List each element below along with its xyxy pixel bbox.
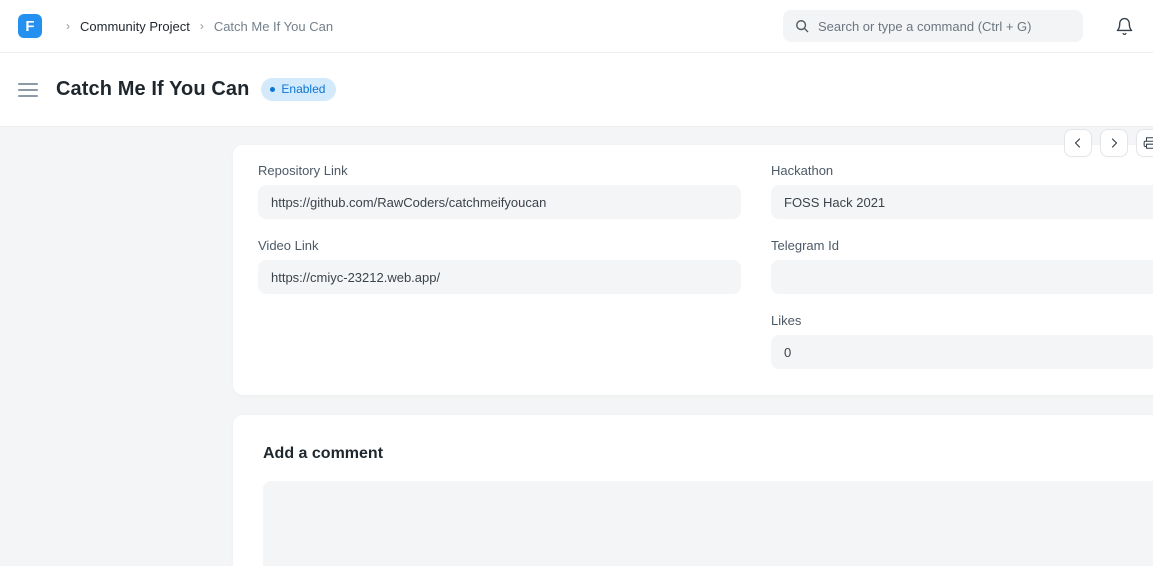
breadcrumb-item-community-project[interactable]: Community Project (80, 19, 190, 34)
field-hackathon: Hackathon (771, 163, 1153, 219)
search-input[interactable] (818, 19, 1071, 34)
field-label: Telegram Id (771, 238, 1153, 253)
previous-document-button[interactable] (1064, 129, 1092, 157)
page-title: Catch Me If You Can (56, 78, 249, 101)
chevron-left-icon (1072, 137, 1084, 149)
navbar-right (783, 10, 1135, 42)
field-repository-link: Repository Link (258, 163, 741, 219)
chevron-right-icon: › (200, 19, 204, 33)
field-label: Hackathon (771, 163, 1153, 178)
form-column-left: Repository Link Video Link (258, 163, 741, 369)
telegram-id-input[interactable] (771, 260, 1153, 294)
status-badge: Enabled (261, 78, 336, 101)
field-label: Repository Link (258, 163, 741, 178)
page-head: Catch Me If You Can Enabled (0, 53, 1153, 127)
repository-link-input[interactable] (258, 185, 741, 219)
breadcrumb-item-current: Catch Me If You Can (214, 19, 333, 34)
field-label: Likes (771, 313, 1153, 328)
chevron-right-icon: › (66, 19, 70, 33)
field-video-link: Video Link (258, 238, 741, 294)
page-head-actions (1056, 129, 1153, 157)
status-dot-icon (270, 87, 275, 92)
global-search[interactable] (783, 10, 1083, 42)
form-section-card: Repository Link Video Link Hackathon Tel… (233, 145, 1153, 395)
form-column-right: Hackathon Telegram Id Likes (771, 163, 1153, 369)
field-label: Video Link (258, 238, 741, 253)
next-document-button[interactable] (1100, 129, 1128, 157)
page-body: Repository Link Video Link Hackathon Tel… (0, 127, 1153, 566)
video-link-input[interactable] (258, 260, 741, 294)
frappe-logo-icon[interactable]: F (18, 14, 42, 38)
likes-input[interactable] (771, 335, 1153, 369)
field-likes: Likes (771, 313, 1153, 369)
search-icon (795, 19, 809, 33)
hackathon-input[interactable] (771, 185, 1153, 219)
print-button[interactable] (1136, 129, 1153, 157)
comment-section-card: Add a comment (233, 415, 1153, 566)
add-comment-heading: Add a comment (263, 445, 1153, 463)
navbar: F › Community Project › Catch Me If You … (0, 0, 1153, 53)
breadcrumb: › Community Project › Catch Me If You Ca… (56, 19, 333, 34)
field-telegram-id: Telegram Id (771, 238, 1153, 294)
chevron-right-icon (1108, 137, 1120, 149)
printer-icon (1143, 136, 1153, 150)
notifications-bell-icon[interactable] (1113, 15, 1135, 37)
comment-input[interactable] (263, 481, 1153, 566)
status-badge-label: Enabled (281, 82, 325, 96)
sidebar-toggle-icon[interactable] (18, 83, 38, 97)
